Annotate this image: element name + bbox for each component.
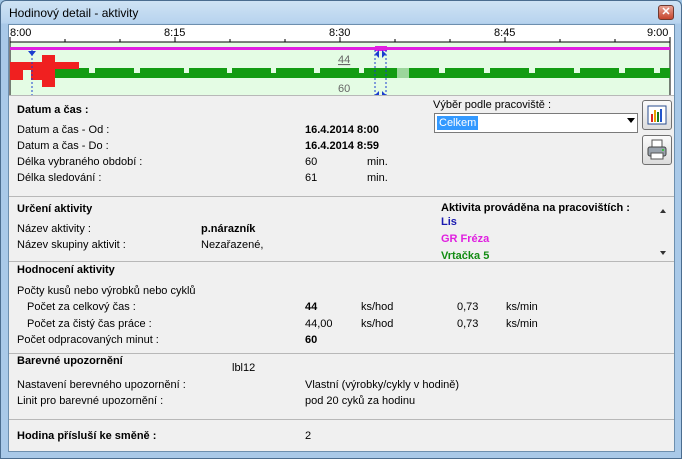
color-warning-lbl: lbl12 [232,362,256,374]
datetime-section: Datum a čas : Datum a čas - Od : 16.4.20… [9,95,674,196]
chevron-down-icon[interactable] [627,118,635,123]
net-min-unit: ks/min [506,318,538,330]
activity-section: Určení aktivity Název aktivity : p.náraz… [9,196,674,261]
warning-setting-value: Vlastní (výrobky/cykly v hodině) [305,379,460,391]
window-title: Hodinový detail - aktivity [9,6,139,20]
shift-label: Hodina přísluší ke směně : [17,430,157,442]
magenta-highlight [375,46,387,51]
marker-top-value: 44 [338,54,350,66]
hour-timeline[interactable]: 8:00 8:15 8:30 8:45 9:00 44 60 [9,25,674,95]
warning-setting-label: Nastavení berevného upozornění : [17,379,186,391]
title-bar: Hodinový detail - aktivity ✕ [1,1,681,25]
workplace-select-label: Výběr podle pracoviště : [433,99,552,111]
printer-icon [647,139,667,160]
warning-limit-label: Linit pro barevné upozornění : [17,395,164,407]
total-value: 44 [305,301,318,313]
window: Hodinový detail - aktivity ✕ 8:00 8:15 8… [0,0,682,459]
workplace-select[interactable]: Celkem [434,113,638,133]
tick-label-845: 8:45 [494,27,515,39]
workplace-select-value: Celkem [437,116,479,130]
workplaces-list[interactable]: Lis GR Fréza Vrtačka 5 [441,215,653,261]
total-min-value: 0,73 [457,301,479,313]
shift-section: Hodina přísluší ke směně : 2 [9,419,674,451]
activity-name-label: Název aktivity : [17,223,91,235]
color-warning-section: Barevné upozornění lbl12 Nastavení berev… [9,353,674,419]
total-label: Počet za celkový čas : [27,301,136,313]
shift-value: 2 [305,430,312,442]
warning-limit-value: pod 20 cyků za hodinu [305,395,416,407]
tracking-label: Délka sledování : [17,172,102,184]
marker-bottom-value: 60 [338,83,350,95]
tracking-value: 61 [305,172,318,184]
period-label: Délka vybraného období : [17,156,143,168]
from-label: Datum a čas - Od : [17,124,110,136]
total-unit: ks/hod [361,301,394,313]
minutes-value: 60 [305,334,318,346]
tick-label-830: 8:30 [329,27,350,39]
color-warning-heading: Barevné upozornění [17,355,123,367]
net-value: 44,00 [305,318,333,330]
green-activity-bar [10,68,670,78]
net-unit: ks/hod [361,318,394,330]
client-area: 8:00 8:15 8:30 8:45 9:00 44 60 Datum a č… [8,24,675,452]
chart-button[interactable] [642,100,672,130]
workplaces-heading: Aktivita prováděna na pracovištích : [441,202,630,214]
activity-group-label: Název skupiny aktivit : [17,239,126,251]
tracking-unit: min. [367,172,388,184]
activity-heading: Určení aktivity [17,203,93,215]
bar-chart-icon [647,105,667,125]
workplace-item[interactable]: Vrtačka 5 [441,250,489,261]
activity-group-value: Nezařazené, [201,239,264,251]
net-label: Počet za čistý čas práce : [27,318,152,330]
datetime-heading: Datum a čas : [17,104,89,116]
to-label: Datum a čas - Do : [17,140,109,152]
close-button[interactable]: ✕ [658,5,674,20]
scroll-up-icon [660,209,666,213]
total-min-unit: ks/min [506,301,538,313]
activity-name-value: p.nárazník [201,223,256,235]
count-label: Počty kusů nebo výrobků nebo cyklů [17,285,196,297]
tick-label-800: 8:00 [10,27,31,39]
workplace-item[interactable]: GR Fréza [441,233,489,245]
evaluation-section: Hodnocení aktivity Počty kusů nebo výrob… [9,261,674,353]
magenta-activity-bar [10,47,670,50]
workplaces-scrollbar[interactable] [657,205,669,259]
to-value: 16.4.2014 8:59 [305,140,380,152]
minutes-label: Počet odpracovaných minut : [17,334,159,346]
tick-label-900: 9:00 [647,27,668,39]
workplace-item[interactable]: Lis [441,216,457,228]
print-button[interactable] [642,135,672,165]
timeline-graph: 8:00 8:15 8:30 8:45 9:00 44 60 [9,27,671,95]
scroll-down-icon [660,251,666,255]
net-min-value: 0,73 [457,318,479,330]
evaluation-heading: Hodnocení aktivity [17,264,115,276]
period-unit: min. [367,156,388,168]
tick-label-815: 8:15 [164,27,185,39]
period-value: 60 [305,156,318,168]
from-value: 16.4.2014 8:00 [305,124,380,136]
